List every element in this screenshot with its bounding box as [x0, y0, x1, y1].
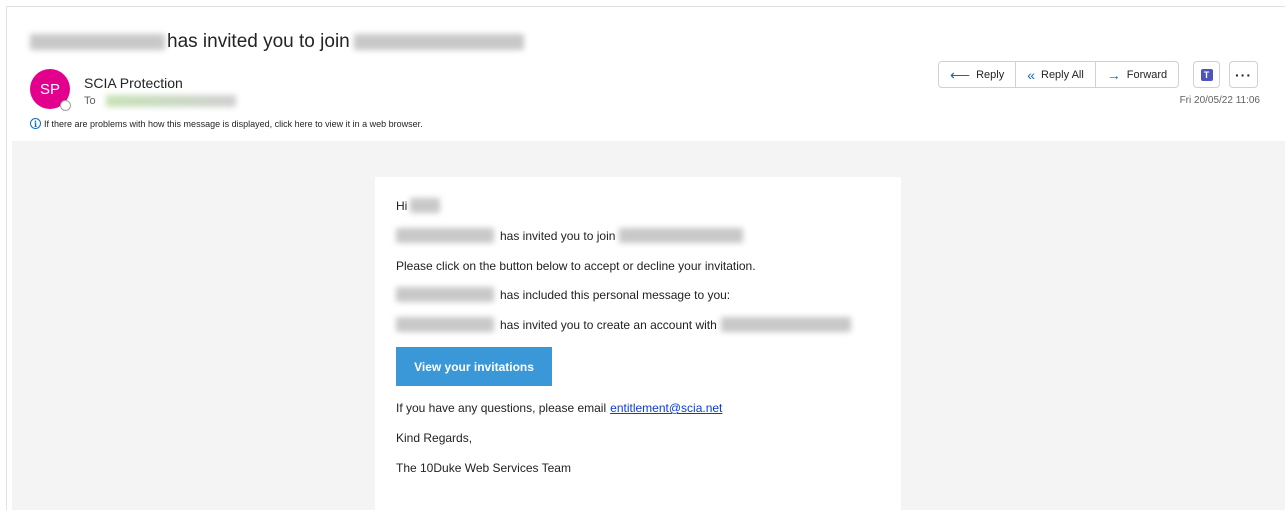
email-card: Hi has invited you to join Please click …: [375, 177, 901, 510]
reply-icon: ⟵: [950, 66, 971, 83]
reply-all-button[interactable]: « Reply All: [1016, 62, 1096, 87]
redacted-recipient: [105, 95, 236, 107]
sender-name[interactable]: SCIA Protection: [84, 75, 183, 91]
message-subject: has invited you to join: [30, 30, 524, 54]
redacted-inviter: [396, 228, 494, 243]
redacted-organization: [720, 317, 851, 332]
view-in-browser-bar[interactable]: i If there are problems with how this me…: [30, 118, 423, 129]
greeting-text: Hi: [396, 198, 408, 213]
instructions-text: Please click on the button below to acce…: [396, 259, 756, 273]
view-in-browser-text[interactable]: If there are problems with how this mess…: [44, 119, 423, 129]
subject-text: has invited you to join: [167, 31, 350, 52]
questions-text: If you have any questions, please email: [396, 401, 607, 415]
forward-icon: →: [1106, 66, 1121, 83]
personal-message-intro-line: has included this personal message to yo…: [396, 287, 730, 302]
closing-line: Kind Regards,: [396, 431, 473, 445]
forward-label: Forward: [1126, 68, 1168, 81]
invite-text: has invited you to join: [500, 228, 616, 243]
redacted-organization: [619, 228, 744, 243]
message-date: Fri 20/05/22 11:06: [1179, 95, 1260, 106]
reply-label: Reply: [976, 68, 1005, 81]
redacted-inviter: [30, 34, 165, 50]
teams-icon: T: [1200, 68, 1213, 81]
reply-button[interactable]: ⟵ Reply: [939, 62, 1017, 87]
info-icon: i: [30, 118, 41, 129]
more-actions-button[interactable]: ···: [1229, 61, 1258, 88]
forward-button[interactable]: → Forward: [1096, 62, 1178, 87]
view-invitations-button[interactable]: View your invitations: [396, 347, 552, 386]
questions-line: If you have any questions, please email …: [396, 401, 722, 415]
reply-all-icon: «: [1027, 66, 1035, 83]
recipient-row: To: [84, 95, 236, 107]
invite-line: has invited you to join: [396, 228, 744, 243]
personal-message-intro-text: has included this personal message to yo…: [500, 287, 731, 302]
presence-status-icon: [60, 100, 71, 111]
redacted-organization: [353, 34, 524, 50]
instructions-line: Please click on the button below to acce…: [396, 259, 756, 273]
more-icon: ···: [1235, 66, 1252, 83]
support-email-link[interactable]: entitlement@scia.net: [610, 401, 722, 415]
signature-line: The 10Duke Web Services Team: [396, 461, 571, 475]
redacted-inviter: [396, 287, 494, 302]
avatar-initials: SP: [39, 80, 60, 98]
personal-message-line: has invited you to create an account wit…: [396, 317, 851, 332]
message-actions: ⟵ Reply « Reply All → Forward: [938, 61, 1180, 88]
teams-button[interactable]: T: [1193, 61, 1220, 88]
to-label: To: [84, 95, 96, 107]
greeting-line: Hi: [396, 198, 441, 213]
reply-all-label: Reply All: [1041, 68, 1084, 81]
personal-message-text: has invited you to create an account wit…: [500, 317, 717, 332]
redacted-inviter: [396, 317, 494, 332]
redacted-name: [410, 198, 441, 213]
